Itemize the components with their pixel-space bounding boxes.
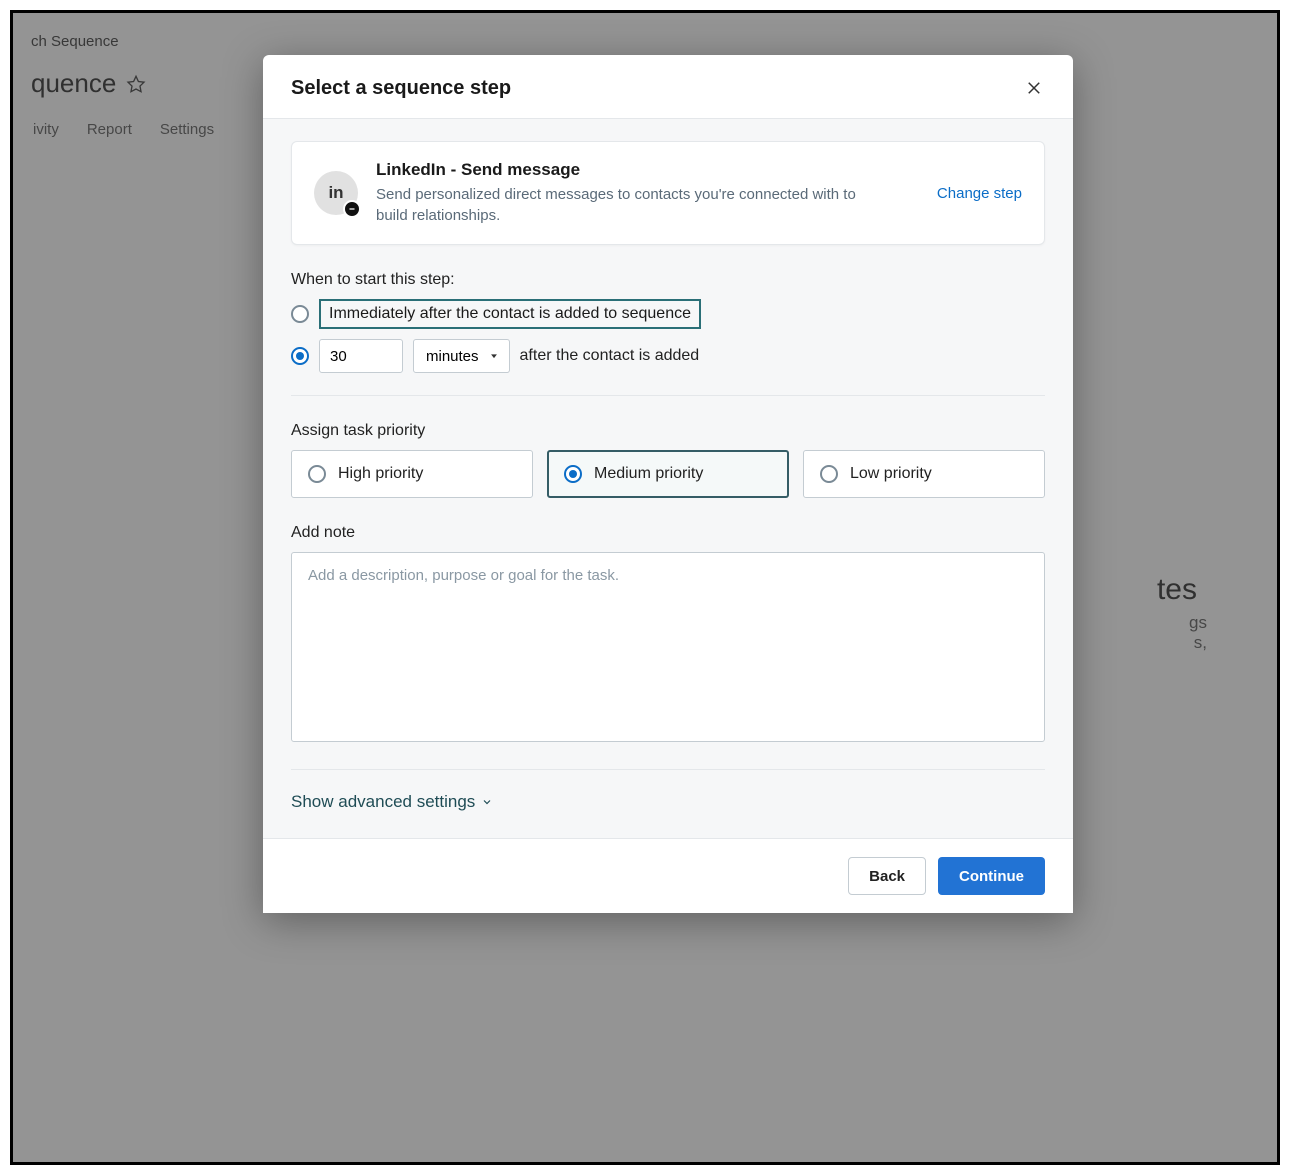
priority-medium-label: Medium priority [594, 465, 703, 483]
note-textarea[interactable] [291, 552, 1045, 742]
chevron-down-icon [481, 796, 493, 808]
linkedin-icon: in [314, 171, 358, 215]
sequence-step-modal: Select a sequence step in LinkedIn - Sen… [263, 55, 1073, 913]
advanced-settings-toggle[interactable]: Show advanced settings [291, 792, 1045, 812]
delay-after-text: after the contact is added [520, 347, 700, 365]
priority-low[interactable]: Low priority [803, 450, 1045, 498]
step-title: LinkedIn - Send message [376, 160, 919, 180]
delay-value-input[interactable] [319, 339, 403, 373]
close-icon[interactable] [1025, 79, 1045, 99]
radio-immediate[interactable] [291, 305, 309, 323]
priority-high[interactable]: High priority [291, 450, 533, 498]
option-immediate-row[interactable]: Immediately after the contact is added t… [291, 299, 1045, 329]
radio-priority-high[interactable] [308, 465, 326, 483]
step-description: Send personalized direct messages to con… [376, 184, 856, 226]
note-label: Add note [291, 524, 1045, 542]
modal-title: Select a sequence step [291, 77, 511, 100]
priority-medium[interactable]: Medium priority [547, 450, 789, 498]
option-delay-row[interactable]: minutes after the contact is added [291, 339, 1045, 373]
continue-button[interactable]: Continue [938, 857, 1045, 895]
advanced-settings-label: Show advanced settings [291, 792, 475, 812]
message-badge-icon [343, 200, 361, 218]
back-button[interactable]: Back [848, 857, 926, 895]
priority-low-label: Low priority [850, 465, 932, 483]
option-immediate-label: Immediately after the contact is added t… [319, 299, 701, 329]
divider [291, 395, 1045, 396]
divider-2 [291, 769, 1045, 770]
change-step-link[interactable]: Change step [937, 185, 1022, 202]
priority-label: Assign task priority [291, 422, 1045, 440]
selected-step-card: in LinkedIn - Send message Send personal… [291, 141, 1045, 245]
radio-priority-low[interactable] [820, 465, 838, 483]
delay-unit-select[interactable]: minutes [413, 339, 510, 373]
radio-delay[interactable] [291, 347, 309, 365]
delay-unit-label: minutes [426, 348, 479, 365]
radio-priority-medium[interactable] [564, 465, 582, 483]
chevron-down-icon [489, 351, 499, 361]
priority-high-label: High priority [338, 465, 423, 483]
when-label: When to start this step: [291, 271, 1045, 289]
